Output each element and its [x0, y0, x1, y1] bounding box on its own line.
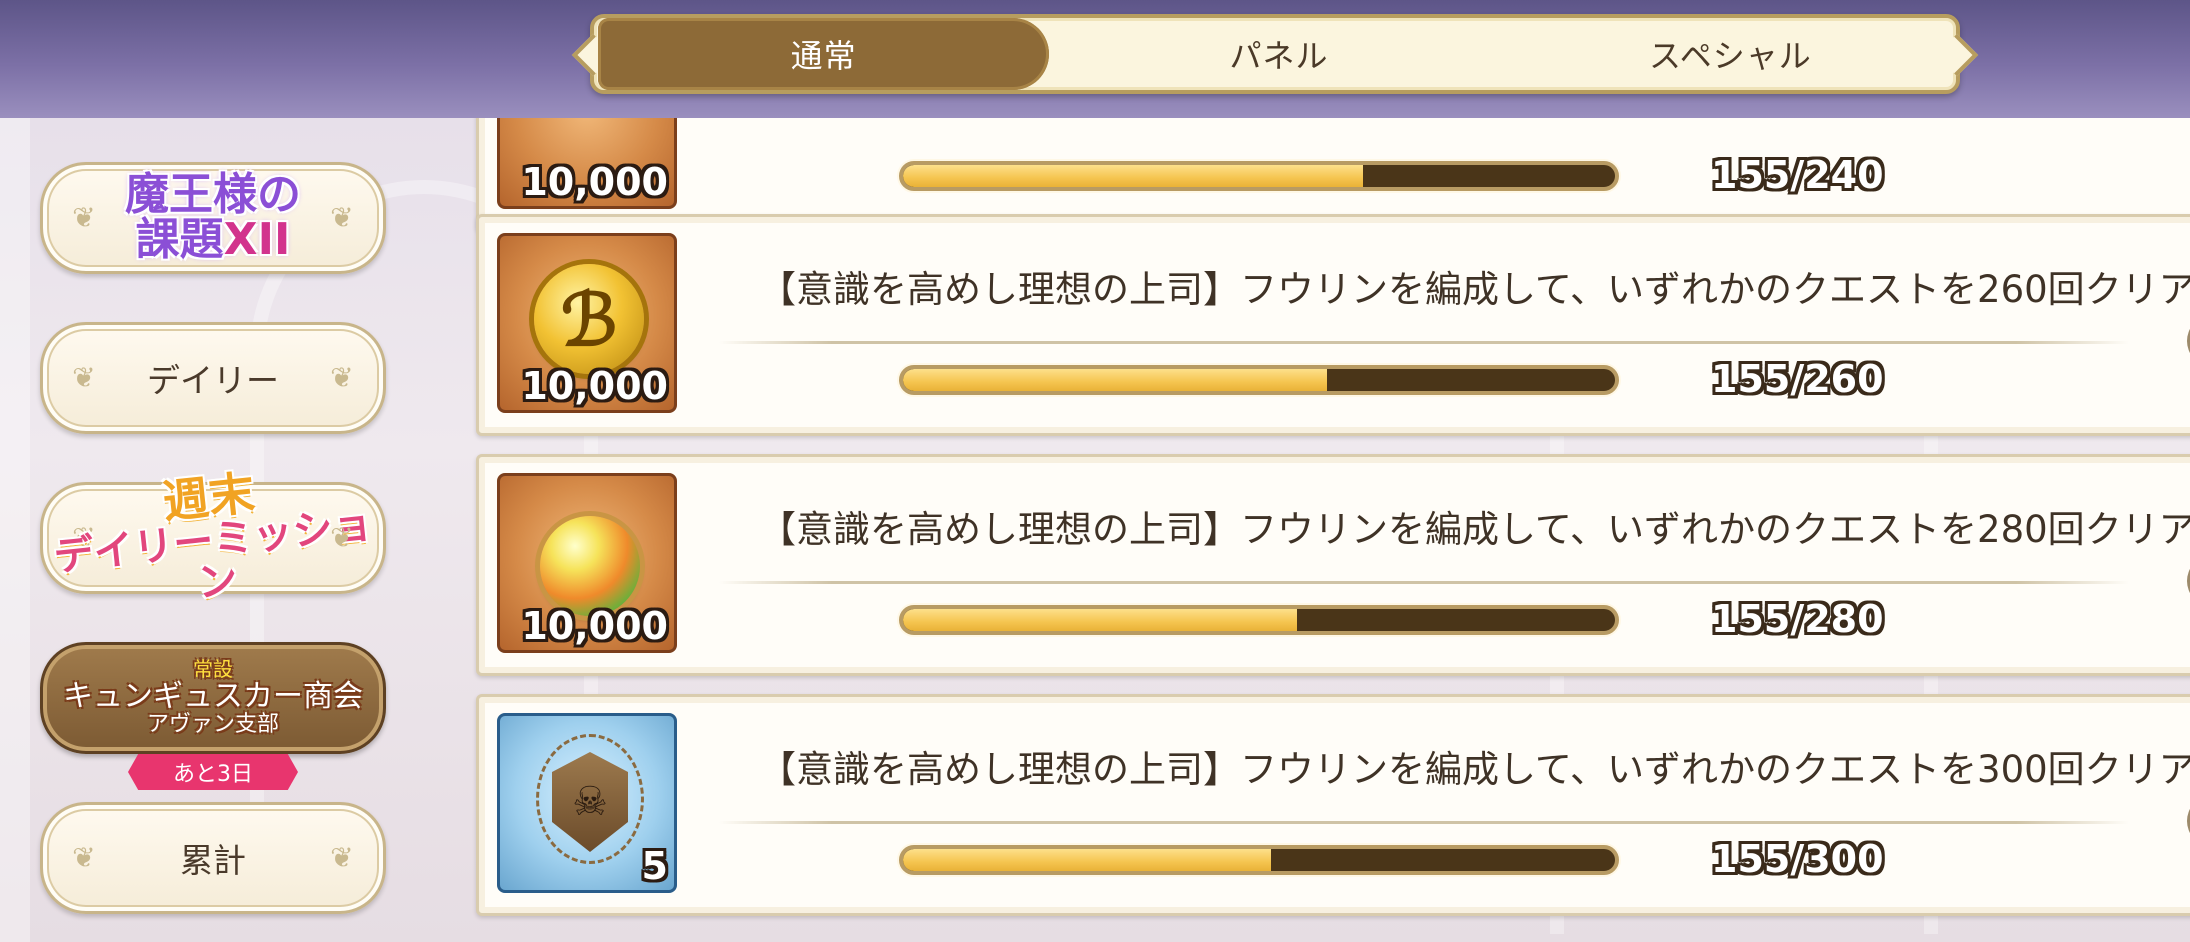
progress-bar [899, 365, 1619, 395]
reward-item: 10,000 [497, 118, 677, 209]
mission-description: 【意識を高めし理想の上司】フウリンを編成して、いずれかのクエストを300回クリア… [759, 748, 2190, 791]
mission-card: ☠ 5 【意識を高めし理想の上司】フウリンを編成して、いずれかのクエストを300… [476, 694, 2190, 916]
progress-bar [899, 605, 1619, 635]
reward-quantity: 5 [641, 844, 668, 888]
maou-logo-numeral: XII [223, 214, 291, 265]
sidebar-item-label: 累計 [180, 841, 246, 880]
mission-tab-bar: 通常 パネル スペシャル [590, 14, 1960, 94]
reward-item[interactable]: ☠ 5 [497, 713, 677, 893]
progress-bar [899, 161, 1619, 191]
remaining-days-badge: あと3日 [128, 754, 298, 790]
divider [719, 821, 2129, 824]
tab-special[interactable]: スペシャル [1505, 18, 1956, 90]
ornament-icon: ❦ [330, 361, 354, 394]
progress-bar [899, 845, 1619, 875]
mission-description: 【意識を高めし理想の上司】フウリンを編成して、いずれかのクエストを280回クリア… [759, 508, 2190, 551]
tab-panel[interactable]: パネル [1053, 18, 1504, 90]
progress-fill [903, 849, 1272, 871]
mission-card: ℬ 10,000 【意識を高めし理想の上司】フウリンを編成して、いずれかのクエス… [476, 214, 2190, 436]
prism-orb-icon [540, 516, 640, 616]
reward-quantity: 10,000 [521, 364, 668, 408]
sidebar-item-label: デイリー [147, 361, 279, 400]
maou-tasks-logo: 魔王様の 課題XII [125, 169, 301, 265]
maou-logo-line2: 課題 [135, 214, 224, 265]
sidebar-item-daily[interactable]: ❦ デイリー ❦ [40, 322, 386, 434]
mission-list[interactable]: 10,000 155/240 ℬ 10,000 【意識を高めし理想の上司】フウリ… [470, 118, 2190, 942]
sidebar-item-weekend-daily[interactable]: ❦ 週末 デイリーミッション ❦ [40, 465, 386, 606]
ornament-icon: ❦ [72, 841, 96, 874]
progress-fill [903, 165, 1363, 187]
progress-fill [903, 609, 1298, 631]
reward-quantity: 10,000 [521, 160, 668, 204]
progress-count: 155/280 [1711, 597, 1884, 641]
shop-logo-line1: キュンギュスカー商会 [63, 679, 363, 715]
shop-logo-line2: アヴァン支部 [146, 712, 279, 738]
progress-count: 155/300 [1711, 837, 1884, 881]
sidebar-item-shop-event[interactable]: 常設 キュンギュスカー商会 アヴァン支部 [40, 642, 386, 754]
divider [719, 581, 2129, 584]
shop-event-logo: 常設 キュンギュスカー商会 アヴァン支部 [63, 658, 363, 737]
ornament-icon: ❦ [72, 361, 96, 394]
mission-description: 【意識を高めし理想の上司】フウリンを編成して、いずれかのクエストを260回クリア… [759, 268, 2190, 311]
reward-item[interactable]: ℬ 10,000 [497, 233, 677, 413]
progress-count: 155/240 [1711, 153, 1884, 197]
tab-normal[interactable]: 通常 [598, 18, 1050, 90]
gold-coin-icon: ℬ [534, 264, 644, 374]
ornament-icon: ❦ [72, 201, 96, 234]
ornament-icon: ❦ [330, 201, 354, 234]
background-pillar [0, 118, 30, 942]
reward-quantity: 10,000 [521, 604, 668, 648]
progress-fill [903, 369, 1328, 391]
shop-logo-tag: 常設 [193, 657, 233, 682]
maou-logo-line1: 魔王様の [125, 169, 301, 221]
reward-item[interactable]: 10,000 [497, 473, 677, 653]
ornament-icon: ❦ [330, 841, 354, 874]
ornament-icon: ❦ [330, 521, 354, 554]
sidebar-item-cumulative[interactable]: ❦ 累計 ❦ [40, 802, 386, 914]
progress-count: 155/260 [1711, 357, 1884, 401]
divider [719, 341, 2129, 344]
sidebar-item-maou-tasks[interactable]: ❦ 魔王様の 課題XII ❦ [40, 162, 386, 274]
mission-card: 10,000 【意識を高めし理想の上司】フウリンを編成して、いずれかのクエストを… [476, 454, 2190, 676]
